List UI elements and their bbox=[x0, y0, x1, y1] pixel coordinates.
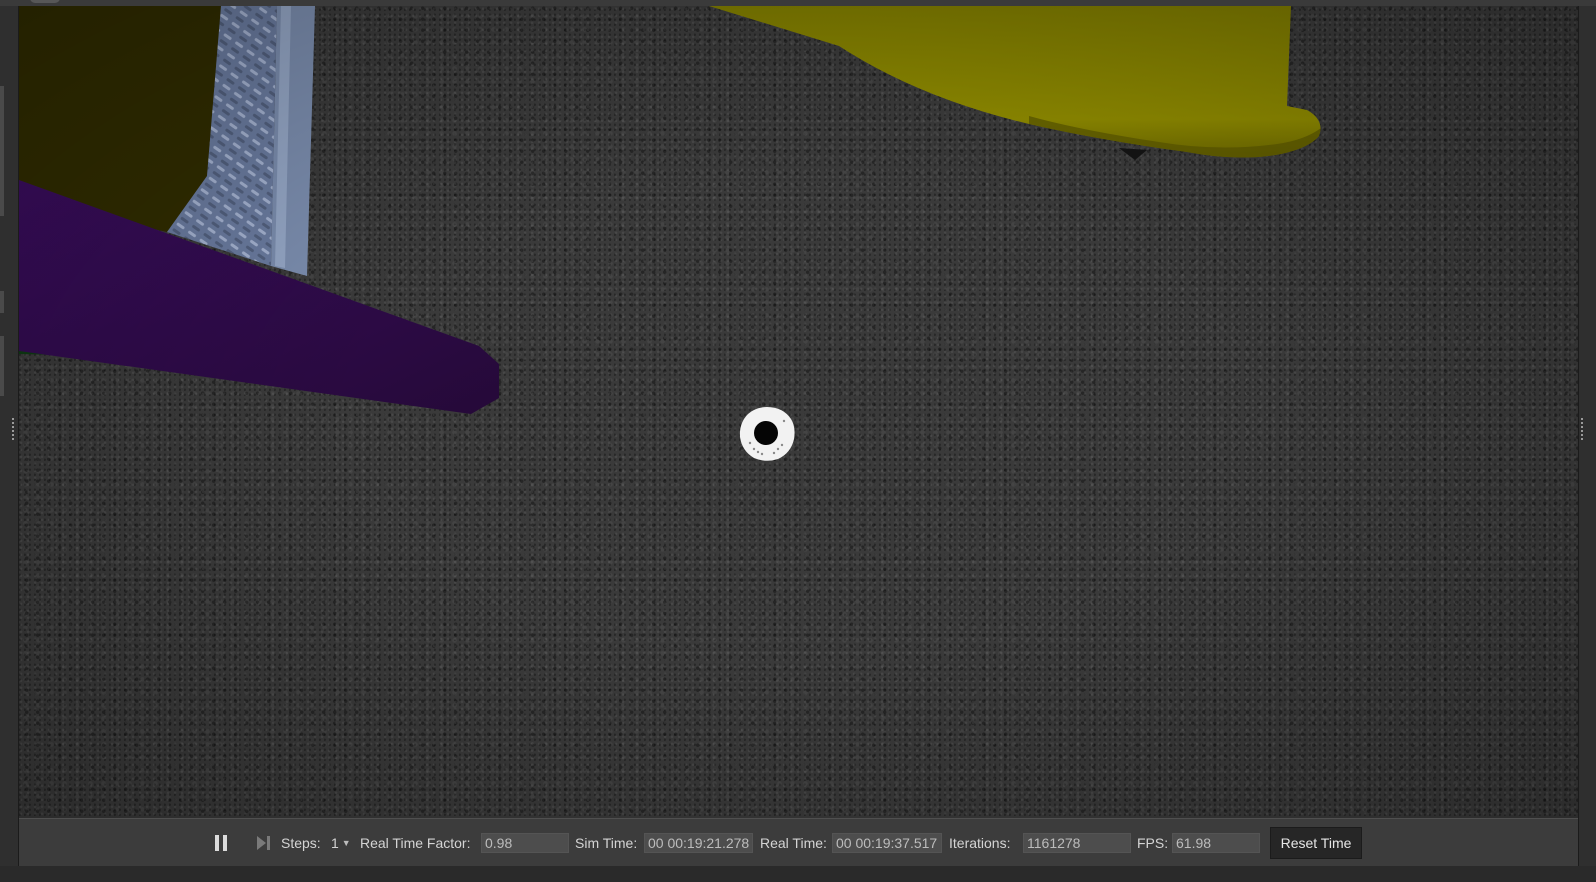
step-button[interactable] bbox=[255, 819, 273, 867]
iterations-label: Iterations: bbox=[949, 835, 1011, 851]
sim-time-field: 00 00:19:21.278 bbox=[644, 833, 753, 853]
sim-time-label: Sim Time: bbox=[575, 835, 638, 851]
robot-marker[interactable] bbox=[738, 405, 796, 463]
right-splitter-handle[interactable] bbox=[1581, 418, 1583, 440]
left-panel-notch bbox=[0, 86, 4, 216]
fps-label: FPS: bbox=[1137, 835, 1169, 851]
reset-time-button[interactable]: Reset Time bbox=[1270, 827, 1362, 859]
right-panel-collapsed[interactable] bbox=[1578, 6, 1596, 882]
pause-icon bbox=[215, 835, 227, 851]
steps-label: Steps: bbox=[281, 835, 321, 851]
left-panel-notch bbox=[0, 291, 4, 313]
steps-dropdown[interactable]: 1 ▼ bbox=[331, 819, 351, 867]
real-time-factor-field: 0.98 bbox=[481, 833, 569, 853]
real-time-label: Real Time: bbox=[760, 835, 827, 851]
left-panel-collapsed[interactable] bbox=[0, 6, 19, 882]
pause-button[interactable] bbox=[215, 819, 235, 867]
left-panel-notch bbox=[0, 336, 4, 396]
time-toolbar: Steps: 1 ▼ Real Time Factor: 0.98 Sim Ti… bbox=[19, 818, 1578, 866]
scene-viewport[interactable] bbox=[19, 6, 1578, 832]
iterations-field: 1161278 bbox=[1023, 833, 1131, 853]
real-time-field: 00 00:19:37.517 bbox=[832, 833, 942, 853]
left-splitter-handle[interactable] bbox=[12, 418, 14, 440]
step-forward-icon bbox=[257, 836, 270, 850]
real-time-factor-label: Real Time Factor: bbox=[360, 835, 471, 851]
chevron-down-icon: ▼ bbox=[341, 838, 351, 848]
steps-value: 1 bbox=[331, 835, 339, 851]
fps-field: 61.98 bbox=[1172, 833, 1260, 853]
yellow-structure bbox=[709, 6, 1321, 158]
window-bottom-edge bbox=[0, 866, 1596, 882]
window-top-tab[interactable] bbox=[30, 0, 60, 3]
scene-render bbox=[19, 6, 1321, 414]
